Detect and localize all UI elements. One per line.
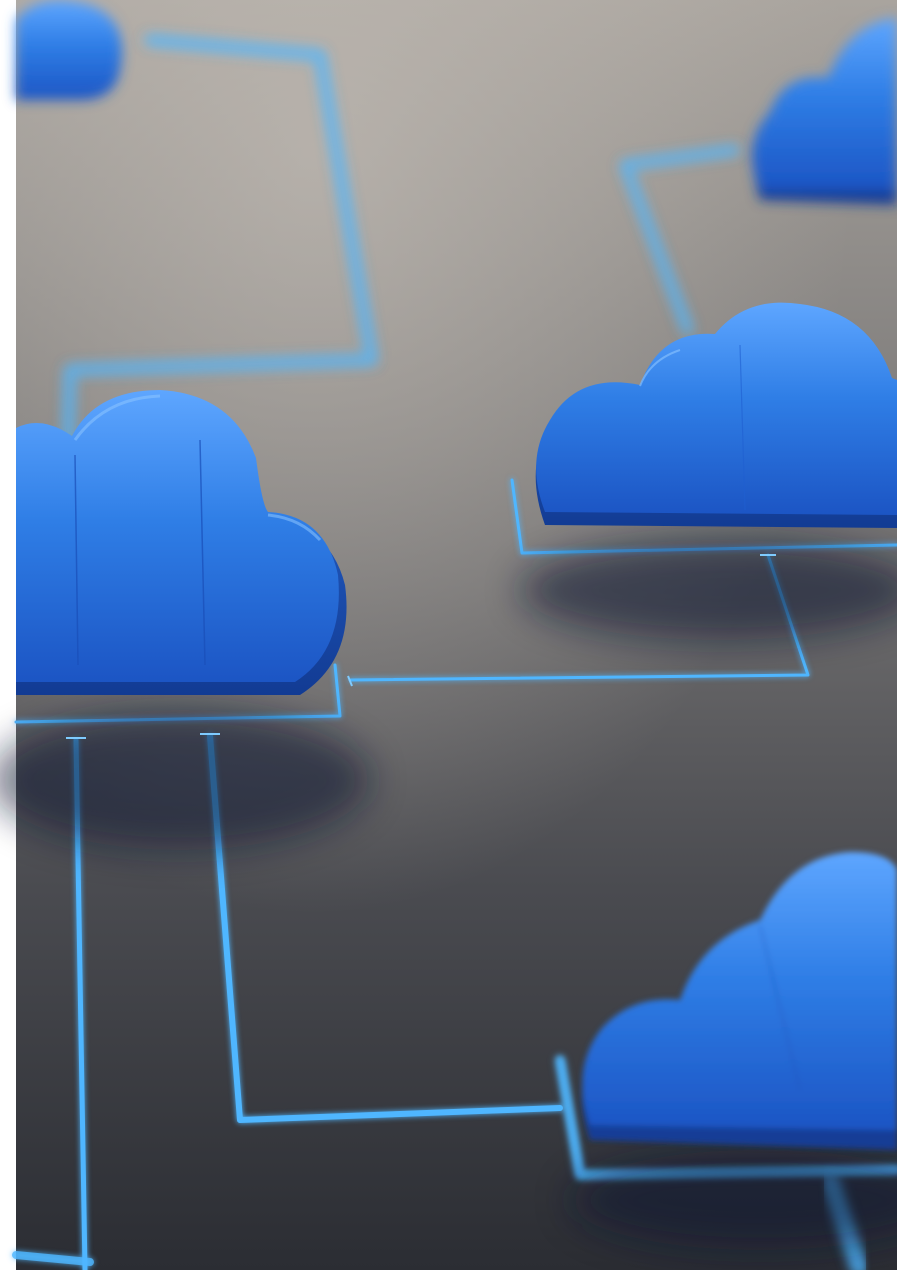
cloud-network-illustration [0,0,897,1270]
left-margin [0,0,16,1270]
cloud-network-photo [0,0,897,1270]
cloud-top-left [16,0,122,100]
